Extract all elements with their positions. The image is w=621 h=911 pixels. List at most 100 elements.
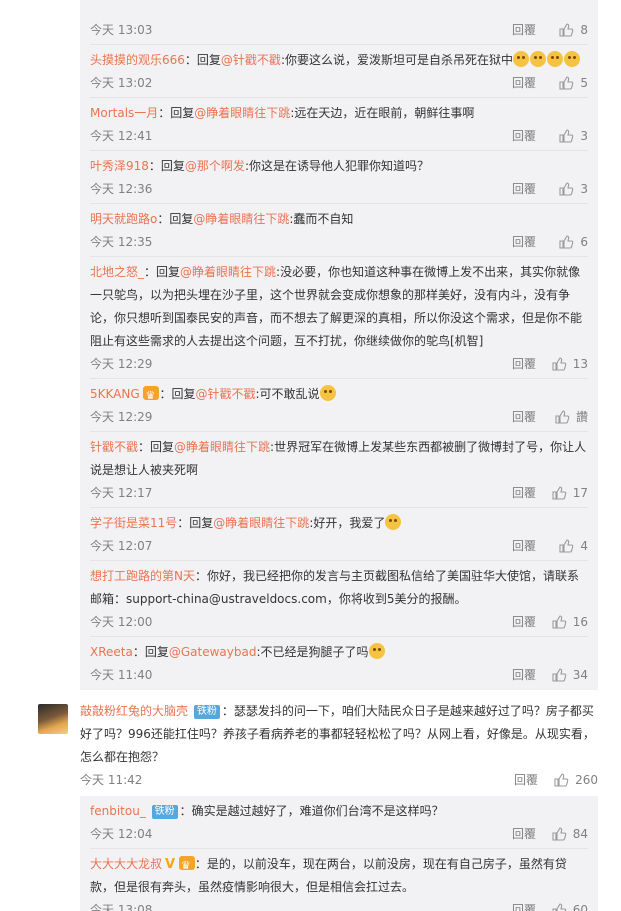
username-link[interactable]: 明天就跑路o: [90, 212, 157, 226]
emoji-icon: [529, 51, 546, 67]
thumbs-up-icon: [554, 773, 569, 787]
timestamp: 今天 12:41: [90, 129, 153, 143]
like-button[interactable]: 5: [558, 72, 588, 94]
username-link[interactable]: 大大大大龙叔: [90, 857, 162, 871]
reply-button[interactable]: 回覆: [512, 535, 536, 557]
username-link[interactable]: 学子街是菜11号: [90, 516, 177, 530]
like-button[interactable]: 84: [551, 823, 588, 845]
mention-link[interactable]: @睁着眼睛往下跳: [180, 265, 276, 279]
username-link[interactable]: Mortals一月: [90, 106, 158, 120]
like-count: 84: [572, 827, 588, 841]
reply-text: 头摸摸的观乐666：回复@针戳不戳:你要这么说，爱泼斯坦可是自杀吊死在狱中: [90, 49, 588, 72]
reply-meta: 今天 12:35 回覆 6: [90, 231, 588, 253]
reply-content: :蠢而不自知: [289, 212, 354, 226]
divider: [90, 203, 588, 204]
reply-prefix: ：回复: [159, 387, 196, 401]
reply-button[interactable]: 回覆: [514, 769, 538, 791]
timestamp: 今天 11:40: [90, 668, 153, 682]
like-button[interactable]: 13: [551, 353, 588, 375]
avatar[interactable]: [38, 704, 68, 734]
reply-button[interactable]: 回覆: [512, 353, 536, 375]
timestamp: 今天 13:03: [90, 23, 153, 37]
like-button[interactable]: 讚: [554, 406, 588, 428]
reply-text: 想打工跑路的第N天：你好，我已经把你的发言与主页截图私信给了美国驻华大使馆，请联…: [90, 565, 588, 588]
mention-link[interactable]: @睁着眼睛往下跳: [194, 106, 290, 120]
reply-item: 5KKANG ：回复@针戳不戳:可不敢乱说 今天 12:29 回覆 讚: [90, 383, 588, 428]
like-count: 8: [580, 23, 588, 37]
reply-thread-block: fenbitou_ 铁粉 ：确实是越过越好了，难道你们台湾不是这样吗？ 今天 12…: [80, 796, 598, 911]
reply-button[interactable]: 回覆: [512, 823, 536, 845]
reply-button[interactable]: 回覆: [512, 125, 536, 147]
username-link[interactable]: 想打工跑路的第N天: [90, 569, 195, 583]
like-button[interactable]: 8: [558, 19, 588, 41]
reply-button[interactable]: 回覆: [512, 19, 536, 41]
like-button[interactable]: 60: [551, 899, 588, 911]
like-button[interactable]: 17: [551, 482, 588, 504]
like-count: 16: [572, 615, 588, 629]
thumbs-up-icon: [552, 486, 567, 500]
username-link[interactable]: 叶秀泽918: [90, 159, 149, 173]
like-button[interactable]: 16: [551, 611, 588, 633]
timestamp: 今天 12:00: [90, 615, 153, 629]
username-link[interactable]: 针戳不戳: [90, 440, 138, 454]
username-link[interactable]: fenbitou_: [90, 804, 146, 818]
reply-text: 大大大大龙叔V ：是的，以前没车，现在两台，以前没房，现在有自己房子，虽然有贷: [90, 853, 588, 877]
divider: [90, 256, 588, 257]
thumbs-up-icon: [559, 235, 574, 249]
reply-button[interactable]: 回覆: [512, 899, 536, 911]
like-count: 6: [580, 235, 588, 249]
mention-link[interactable]: @睁着眼睛往下跳: [193, 212, 289, 226]
username-link[interactable]: XReeta: [90, 645, 133, 659]
timestamp: 今天 12:07: [90, 539, 153, 553]
like-count: 17: [572, 486, 588, 500]
thumbs-up-icon: [559, 23, 574, 37]
username-link[interactable]: 北地之怒_: [90, 265, 144, 279]
emoji-icon: [512, 51, 529, 67]
reply-text: 北地之怒_：回复@睁着眼睛往下跳:没必要，你也知道这种事在微博上发不出来，其实你…: [90, 261, 588, 284]
reply-text: Mortals一月：回复@睁着眼睛往下跳:远在天边，近在眼前，朝鲜往事啊: [90, 102, 588, 125]
reply-text: 叶秀泽918：回复@那个啊发:你这是在诱导他人犯罪你知道吗？: [90, 155, 588, 178]
username-link[interactable]: 敲敲粉红兔的大脑壳: [80, 704, 188, 718]
like-button[interactable]: 6: [558, 231, 588, 253]
reply-button[interactable]: 回覆: [512, 72, 536, 94]
reply-item: XReeta：回复@Gatewaybad:不已经是狗腿子了吗 今天 11:40 …: [90, 641, 588, 686]
mention-link[interactable]: @针戳不戳: [221, 53, 281, 67]
reply-button[interactable]: 回覆: [512, 664, 536, 686]
like-button[interactable]: 260: [553, 769, 598, 791]
reply-meta: 今天 12:36 回覆 3: [90, 178, 588, 200]
username-link[interactable]: 5KKANG: [90, 387, 140, 401]
reply-prefix: ：回复: [177, 516, 214, 530]
fan-badge: 铁粉: [151, 805, 178, 819]
reply-content: ：确实是越过越好了，难道你们台湾不是这样吗？: [179, 804, 444, 818]
reply-button[interactable]: 回覆: [512, 406, 536, 428]
reply-content: :远在天边，近在眼前，朝鲜往事啊: [290, 106, 475, 120]
mention-link[interactable]: @那个啊发: [185, 159, 245, 173]
username-link[interactable]: 头摸摸的观乐666: [90, 53, 185, 67]
mention-link[interactable]: @针戳不戳: [196, 387, 256, 401]
reply-meta: 今天 11:40 回覆 34: [90, 664, 588, 686]
thumbs-up-icon: [559, 182, 574, 196]
emoji-icon: [563, 51, 580, 67]
reply-button[interactable]: 回覆: [512, 611, 536, 633]
emoji-icon: [319, 385, 336, 401]
like-count: 260: [575, 773, 598, 787]
reply-content: :可不敢乱说: [255, 387, 320, 401]
reply-text-line: 阻止有这些需求的人去提出这个问题，互不打扰，你继续做你的鸵鸟[机智]: [90, 334, 484, 348]
reply-button[interactable]: 回覆: [512, 231, 536, 253]
reply-item: 想打工跑路的第N天：你好，我已经把你的发言与主页截图私信给了美国驻华大使馆，请联…: [90, 565, 588, 633]
thumbs-up-icon: [559, 76, 574, 90]
like-button[interactable]: 4: [558, 535, 588, 557]
like-button[interactable]: 34: [551, 664, 588, 686]
divider: [90, 560, 588, 561]
reply-meta: 今天 12:07 回覆 4: [90, 535, 588, 557]
emoji-icon: [385, 514, 402, 530]
like-button[interactable]: 3: [558, 178, 588, 200]
mention-link[interactable]: @睁着眼睛往下跳: [213, 516, 309, 530]
reply-button[interactable]: 回覆: [512, 178, 536, 200]
reply-item: 头摸摸的观乐666：回复@针戳不戳:你要这么说，爱泼斯坦可是自杀吊死在狱中 今天…: [90, 49, 588, 94]
reply-item: 叶秀泽918：回复@那个啊发:你这是在诱导他人犯罪你知道吗？ 今天 12:36 …: [90, 155, 588, 200]
like-button[interactable]: 3: [558, 125, 588, 147]
reply-button[interactable]: 回覆: [512, 482, 536, 504]
mention-link[interactable]: @睁着眼睛往下跳: [174, 440, 270, 454]
mention-link[interactable]: @Gatewaybad: [169, 645, 257, 659]
